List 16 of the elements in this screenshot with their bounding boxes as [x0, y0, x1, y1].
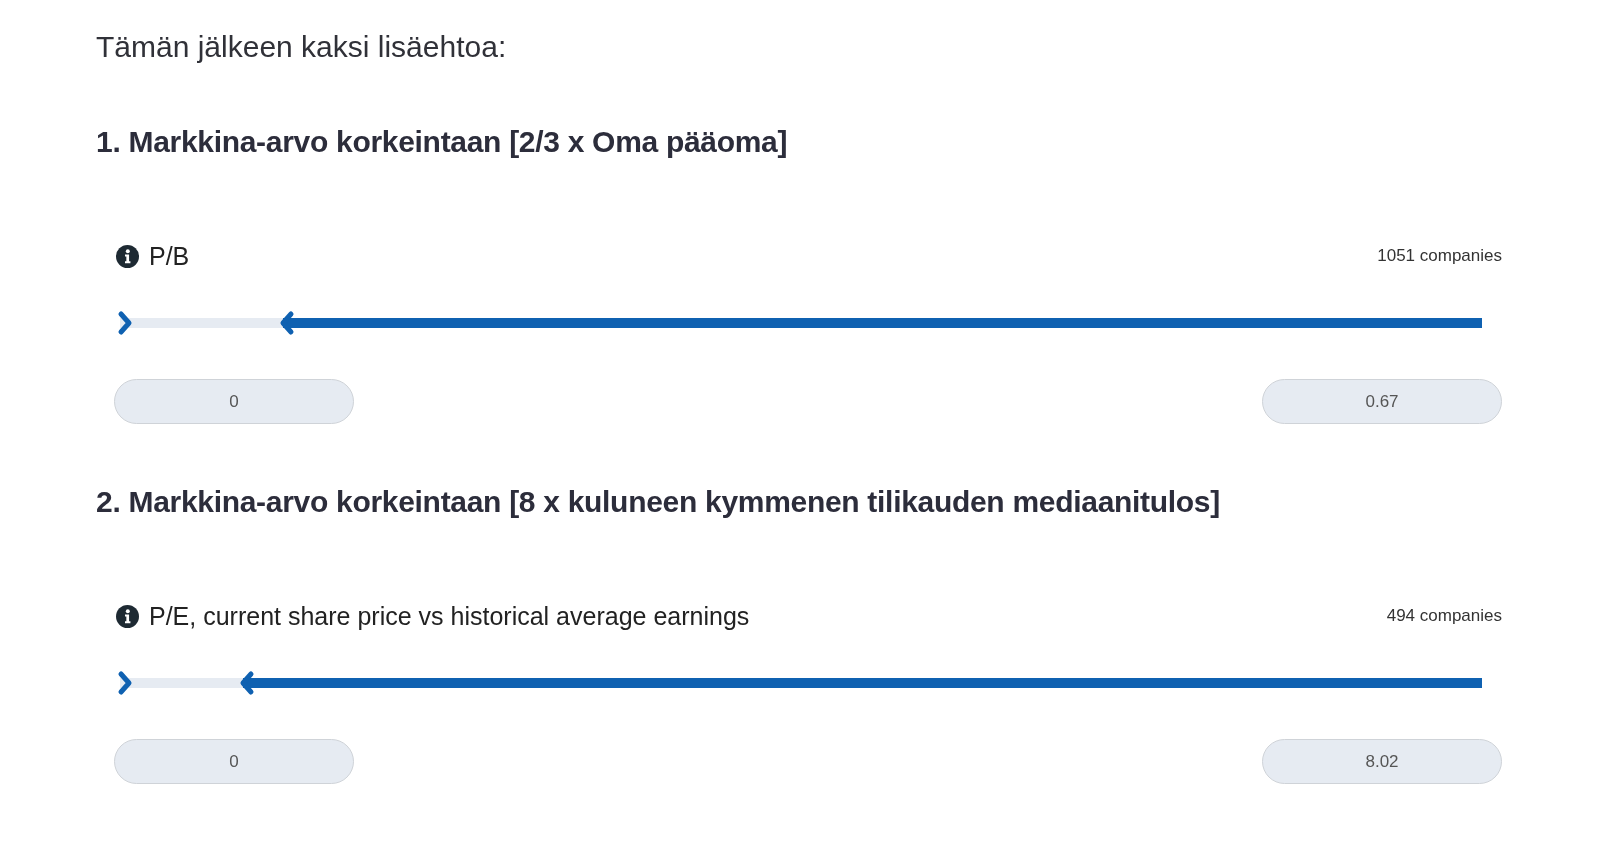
- company-count: 1051 companies: [1377, 246, 1502, 266]
- chevron-left-icon[interactable]: [278, 310, 296, 336]
- company-count: 494 companies: [1386, 606, 1502, 626]
- info-icon[interactable]: [116, 244, 139, 268]
- chevron-right-icon[interactable]: [117, 310, 133, 336]
- max-value-field[interactable]: 0.67: [1262, 379, 1502, 424]
- info-icon[interactable]: [116, 604, 139, 628]
- max-value-field[interactable]: 8.02: [1262, 739, 1502, 784]
- min-value-field[interactable]: 0: [114, 379, 354, 424]
- min-value-field[interactable]: 0: [114, 739, 354, 784]
- intro-text: Tämän jälkeen kaksi lisäehtoa:: [96, 30, 508, 64]
- condition-heading: 2. Markkina-arvo korkeintaan [8 x kuluneen kymmenen tilikauden mediaanitulos]: [96, 484, 1221, 520]
- condition-heading: 1. Markkina-arvo korkeintaan [2/3 x Oma pääoma]: [96, 124, 789, 160]
- chevron-right-icon[interactable]: [117, 670, 133, 696]
- filter-label: P/E, current share price vs historical average earnings: [149, 601, 750, 631]
- filter-label: P/B: [149, 241, 190, 271]
